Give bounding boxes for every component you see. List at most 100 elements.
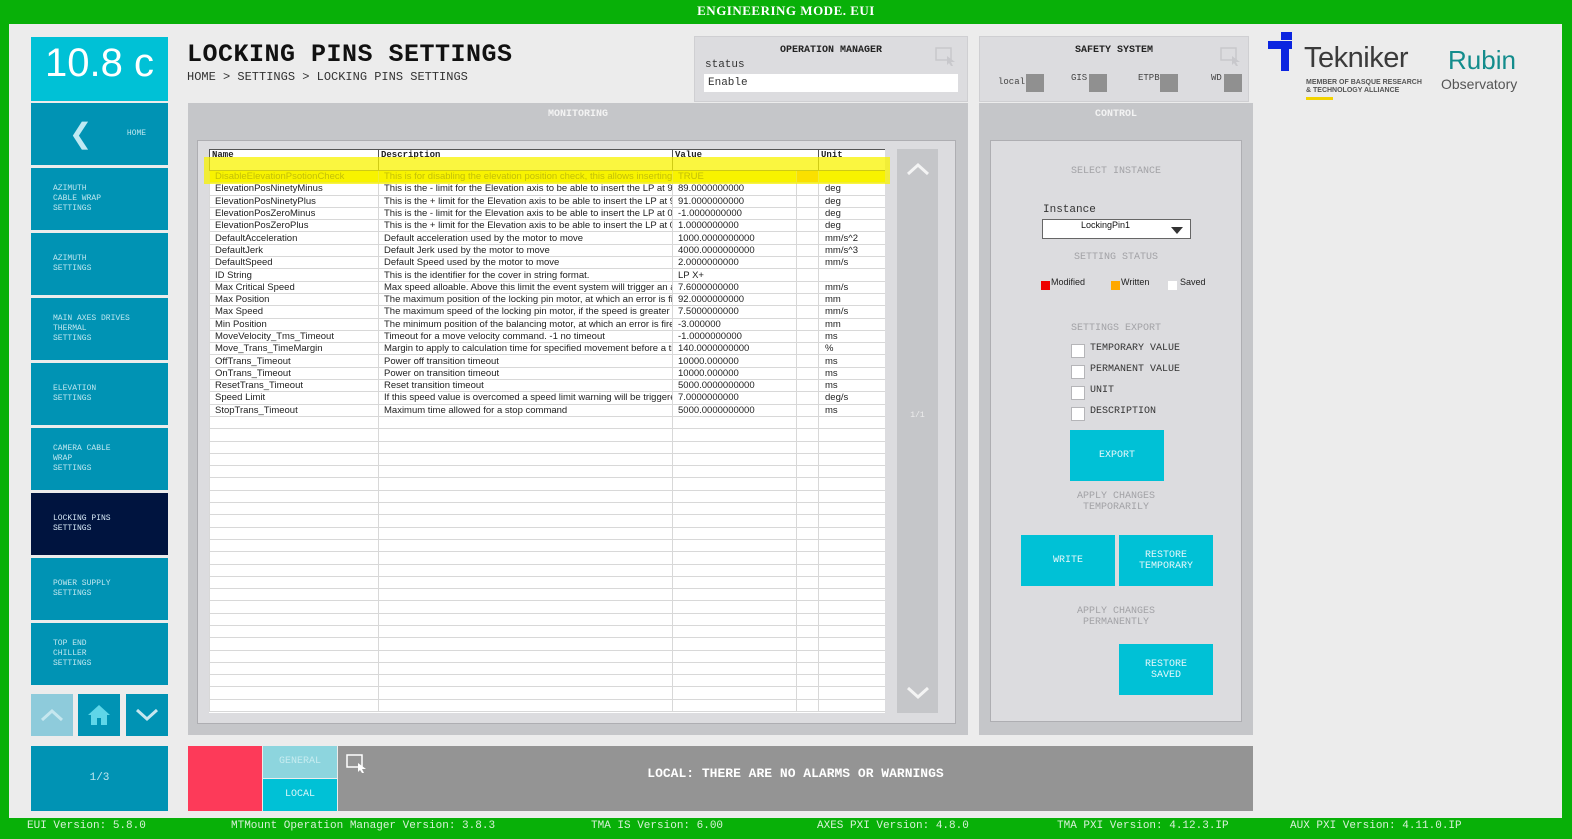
cell-value[interactable] bbox=[672, 624, 797, 639]
table-row[interactable] bbox=[209, 489, 885, 504]
table-row[interactable]: StopTrans_Timeout Maximum time allowed fo… bbox=[209, 403, 885, 417]
cell-value[interactable] bbox=[672, 686, 797, 700]
select-cursor-icon[interactable] bbox=[1220, 47, 1242, 67]
permanent-value-checkbox[interactable] bbox=[1071, 365, 1085, 379]
sidebar-item[interactable]: LOCKING PINS SETTINGS bbox=[31, 493, 168, 555]
table-row[interactable]: Max Speed The maximum speed of the lockin… bbox=[209, 305, 885, 319]
cell-value[interactable] bbox=[672, 563, 797, 577]
scroll-up-button[interactable] bbox=[897, 149, 938, 189]
cell-value[interactable] bbox=[672, 575, 797, 590]
cell-value[interactable] bbox=[672, 649, 797, 663]
table-row[interactable]: ID String This is the identifier for the … bbox=[209, 268, 885, 282]
table-row[interactable] bbox=[209, 649, 885, 663]
restore-temporary-button[interactable]: RESTORE TEMPORARY bbox=[1119, 535, 1213, 586]
table-row[interactable]: DefaultJerk Default Jerk used by the moto… bbox=[209, 243, 885, 258]
cell-value[interactable] bbox=[672, 514, 797, 528]
cell-value[interactable] bbox=[672, 637, 797, 651]
sidebar-item[interactable]: AZIMUTH CABLE WRAP SETTINGS bbox=[31, 168, 168, 230]
table-row[interactable] bbox=[209, 575, 885, 590]
table-row[interactable] bbox=[209, 465, 885, 479]
unit-checkbox[interactable] bbox=[1071, 386, 1085, 400]
sidebar-item[interactable]: CAMERA CABLE WRAP SETTINGS bbox=[31, 428, 168, 490]
table-row[interactable]: ElevationPosZeroMinus This is the - limit… bbox=[209, 206, 885, 221]
select-cursor-icon[interactable] bbox=[935, 47, 957, 67]
table-row[interactable]: Min Position The minimum position of the … bbox=[209, 317, 885, 331]
col-header-name[interactable]: Name bbox=[209, 149, 379, 171]
cell-value[interactable]: -1.0000000000 bbox=[672, 329, 797, 344]
home-nav-button[interactable]: ❮ HOME bbox=[31, 103, 168, 165]
table-row[interactable]: OffTrans_Timeout Power off transition tim… bbox=[209, 354, 885, 368]
sidebar-item[interactable]: ELEVATION SETTINGS bbox=[31, 363, 168, 425]
table-row[interactable] bbox=[209, 600, 885, 614]
cell-value[interactable]: 10000.000000 bbox=[672, 354, 797, 368]
page-down-button[interactable] bbox=[126, 694, 168, 736]
cell-value[interactable]: 92.0000000000 bbox=[672, 292, 797, 307]
table-row[interactable] bbox=[209, 502, 885, 516]
cell-value[interactable] bbox=[672, 452, 797, 467]
alarm-indicator[interactable] bbox=[188, 746, 262, 811]
cell-value[interactable]: 7.5000000000 bbox=[672, 305, 797, 319]
cell-value[interactable]: 10000.000000 bbox=[672, 366, 797, 381]
table-row[interactable] bbox=[209, 477, 885, 491]
table-row[interactable] bbox=[209, 686, 885, 700]
table-row[interactable] bbox=[209, 415, 885, 430]
sidebar-item[interactable]: POWER SUPPLY SETTINGS bbox=[31, 558, 168, 620]
table-row[interactable] bbox=[209, 551, 885, 565]
table-row[interactable]: ElevationPosNinetyMinus This is the - lim… bbox=[209, 182, 885, 196]
cell-value[interactable]: 7.0000000000 bbox=[672, 391, 797, 405]
restore-saved-button[interactable]: RESTORE SAVED bbox=[1119, 644, 1213, 695]
table-row[interactable] bbox=[209, 588, 885, 602]
tab-general[interactable]: GENERAL bbox=[263, 746, 337, 778]
cell-value[interactable]: -1.0000000000 bbox=[672, 206, 797, 221]
cell-value[interactable]: 4000.0000000000 bbox=[672, 243, 797, 258]
sidebar-item[interactable]: TOP END CHILLER SETTINGS bbox=[31, 623, 168, 685]
page-up-button[interactable] bbox=[31, 694, 73, 736]
table-row[interactable] bbox=[209, 563, 885, 577]
export-button[interactable]: EXPORT bbox=[1070, 430, 1164, 481]
cell-value[interactable] bbox=[672, 477, 797, 491]
table-row[interactable] bbox=[209, 526, 885, 540]
sidebar-item[interactable]: AZIMUTH SETTINGS bbox=[31, 233, 168, 295]
table-row[interactable]: Move_Trans_TimeMargin Margin to apply to … bbox=[209, 342, 885, 356]
cell-value[interactable] bbox=[672, 588, 797, 602]
description-checkbox[interactable] bbox=[1071, 407, 1085, 421]
table-row[interactable]: DefaultSpeed Default Speed used by the mo… bbox=[209, 256, 885, 270]
cell-value[interactable]: -3.000000 bbox=[672, 317, 797, 331]
cell-value[interactable] bbox=[672, 489, 797, 504]
table-row[interactable] bbox=[209, 661, 885, 676]
cell-value[interactable]: 5000.0000000000 bbox=[672, 403, 797, 417]
col-header-unit[interactable]: Unit bbox=[818, 149, 885, 171]
cell-value[interactable] bbox=[672, 526, 797, 540]
sidebar-item[interactable]: MAIN AXES DRIVES THERMAL SETTINGS bbox=[31, 298, 168, 360]
col-header-value[interactable]: Value bbox=[671, 149, 820, 171]
table-row[interactable]: OnTrans_Timeout Power on transition timeo… bbox=[209, 366, 885, 381]
cell-value[interactable] bbox=[672, 551, 797, 565]
table-row[interactable] bbox=[209, 674, 885, 688]
table-row[interactable] bbox=[209, 538, 885, 553]
table-row[interactable] bbox=[209, 624, 885, 639]
col-header-description[interactable]: Description bbox=[378, 149, 673, 171]
table-row[interactable] bbox=[209, 440, 885, 454]
cell-value[interactable]: 1000.0000000000 bbox=[672, 231, 797, 245]
cell-value[interactable]: 1.0000000000 bbox=[672, 219, 797, 233]
table-row[interactable]: Max Position The maximum position of the … bbox=[209, 292, 885, 307]
table-row[interactable]: DefaultAcceleration Default acceleration … bbox=[209, 231, 885, 245]
cell-value[interactable]: LP X+ bbox=[672, 268, 797, 282]
table-row[interactable] bbox=[209, 612, 885, 626]
table-row[interactable] bbox=[209, 698, 885, 713]
scroll-down-button[interactable] bbox=[897, 673, 938, 713]
write-button[interactable]: WRITE bbox=[1021, 535, 1115, 586]
cell-value[interactable] bbox=[672, 502, 797, 516]
cell-value[interactable] bbox=[672, 661, 797, 676]
table-scrollbar[interactable]: 1/1 bbox=[897, 149, 938, 713]
home-button[interactable] bbox=[78, 694, 120, 736]
table-row[interactable]: MoveVelocity_Tms_Timeout Timeout for a mo… bbox=[209, 329, 885, 344]
tab-local[interactable]: LOCAL bbox=[263, 779, 337, 811]
cell-value[interactable] bbox=[672, 698, 797, 713]
cell-value[interactable]: 2.0000000000 bbox=[672, 256, 797, 270]
table-row[interactable] bbox=[209, 428, 885, 442]
instance-dropdown[interactable]: LockingPin1 bbox=[1042, 219, 1191, 239]
cell-value[interactable] bbox=[672, 440, 797, 454]
table-row[interactable] bbox=[209, 637, 885, 651]
table-row[interactable]: Speed Limit If this speed value is overco… bbox=[209, 391, 885, 405]
